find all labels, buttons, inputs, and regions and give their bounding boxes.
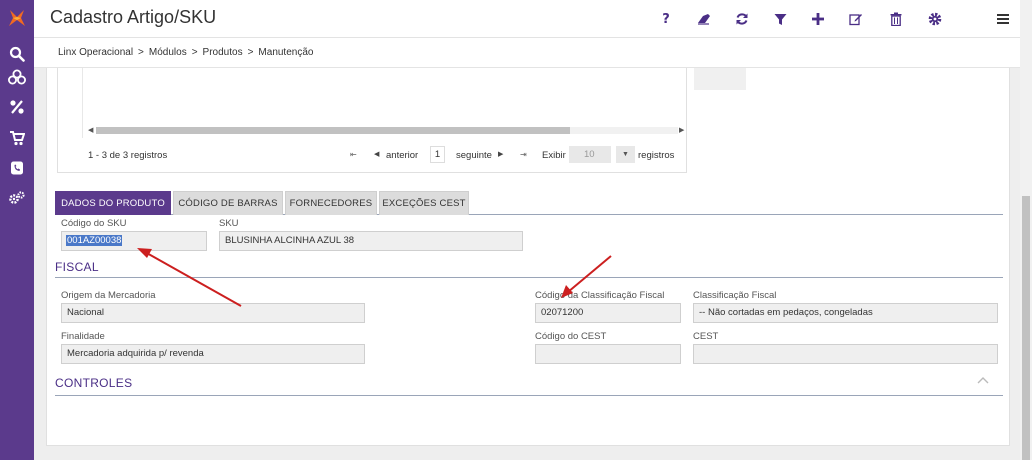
first-page-icon[interactable]: ⇤	[350, 150, 357, 159]
grid-pager: 1 - 3 de 3 registros ⇤ ◀ anterior 1 segu…	[58, 146, 688, 166]
page-title: Cadastro Artigo/SKU	[50, 7, 217, 27]
origin-label: Origem da Mercadoria	[61, 290, 156, 301]
breadcrumb-item: Manutenção	[258, 47, 314, 58]
eraser-icon[interactable]	[694, 9, 714, 29]
refresh-icon[interactable]	[732, 9, 752, 29]
grid-row-marker	[58, 68, 83, 138]
records-count: 1 - 3 de 3 registros	[88, 150, 168, 161]
show-label: Exibir	[542, 150, 566, 161]
sku-field[interactable]: BLUSINHA ALCINHA AZUL 38	[219, 231, 523, 251]
breadcrumb-separator: >	[247, 47, 254, 58]
cest-field[interactable]	[693, 344, 998, 364]
page-number-input[interactable]: 1	[430, 146, 445, 163]
chevron-down-icon[interactable]: ▼	[615, 146, 635, 163]
sku-code-label: Código do SKU	[61, 218, 127, 229]
breadcrumb-item[interactable]: Módulos	[149, 47, 187, 58]
tab-codigo-de-barras[interactable]: CÓDIGO DE BARRAS	[173, 191, 283, 215]
tab-bar: DADOS DO PRODUTO CÓDIGO DE BARRAS FORNEC…	[55, 191, 1003, 215]
main-panel: ◀ ▶ 1 - 3 de 3 registros ⇤ ◀ anterior 1 …	[46, 68, 1010, 446]
page-scrollbar[interactable]	[1020, 0, 1032, 460]
delete-icon[interactable]	[886, 9, 906, 29]
cest-label: CEST	[693, 331, 719, 342]
filter-icon[interactable]	[770, 9, 790, 29]
tab-excecoes-cest[interactable]: EXCEÇÕES CEST	[379, 191, 469, 215]
tab-fornecedores[interactable]: FORNECEDORES	[285, 191, 377, 215]
side-panel-placeholder	[694, 68, 746, 90]
fiscal-section-header[interactable]: FISCAL	[55, 258, 1003, 278]
sidebar-gears-icon[interactable]	[0, 185, 34, 211]
help-icon[interactable]: ?	[656, 9, 676, 29]
add-icon[interactable]	[808, 9, 828, 29]
controls-section-header[interactable]: CONTROLES	[55, 374, 1003, 396]
prev-page-link[interactable]: anterior	[386, 150, 418, 161]
class-label: Classificação Fiscal	[693, 290, 777, 301]
sku-code-field[interactable]: 001AZ00038	[61, 231, 207, 251]
breadcrumb-item[interactable]: Linx Operacional	[58, 47, 133, 58]
edit-icon[interactable]	[846, 9, 866, 29]
class-field[interactable]: -- Não cortadas em pedaços, congeladas	[693, 303, 998, 323]
purpose-field[interactable]: Mercadoria adquirida p/ revenda	[61, 344, 365, 364]
next-page-link[interactable]: seguinte	[456, 150, 492, 161]
linx-logo-icon[interactable]	[7, 8, 27, 28]
scroll-right-icon[interactable]: ▶	[679, 126, 684, 135]
last-page-icon[interactable]: ⇥	[520, 150, 527, 159]
grid-horizontal-scrollbar[interactable]: ◀ ▶	[88, 126, 686, 135]
header: Cadastro Artigo/SKU ?	[34, 0, 1020, 38]
tab-dados-do-produto[interactable]: DADOS DO PRODUTO	[55, 191, 171, 215]
selected-text: 001AZ00038	[66, 235, 123, 246]
breadcrumb: Linx Operacional > Módulos > Produtos > …	[34, 38, 1020, 68]
sidebar-boxes-icon[interactable]	[0, 64, 34, 90]
records-grid: ◀ ▶ 1 - 3 de 3 registros ⇤ ◀ anterior 1 …	[57, 68, 687, 173]
next-page-icon[interactable]: ▶	[498, 150, 503, 158]
section-title: CONTROLES	[55, 376, 133, 390]
cest-code-field[interactable]	[535, 344, 681, 364]
scrollbar-thumb[interactable]	[96, 127, 570, 134]
section-title: FISCAL	[55, 260, 99, 274]
scroll-left-icon[interactable]: ◀	[88, 126, 93, 135]
breadcrumb-separator: >	[138, 47, 144, 58]
menu-icon[interactable]	[993, 9, 1013, 29]
class-code-field[interactable]: 02071200	[535, 303, 681, 323]
breadcrumb-item[interactable]: Produtos	[203, 47, 243, 58]
sidebar-phone-icon[interactable]	[0, 155, 34, 181]
page-size-select[interactable]: 10	[569, 146, 611, 163]
per-page-label: registros	[638, 150, 675, 161]
prev-page-icon[interactable]: ◀	[374, 150, 379, 158]
page-scrollbar-thumb[interactable]	[1022, 196, 1030, 460]
sidebar-cart-icon[interactable]	[0, 125, 34, 151]
chevron-up-icon[interactable]	[977, 376, 989, 384]
class-code-label: Código da Classificação Fiscal	[535, 290, 665, 301]
cest-code-label: Código do CEST	[535, 331, 607, 342]
sidebar-percent-icon[interactable]	[0, 94, 34, 120]
sidebar	[0, 0, 34, 460]
origin-field[interactable]: Nacional	[61, 303, 365, 323]
breadcrumb-separator: >	[191, 47, 198, 58]
purpose-label: Finalidade	[61, 331, 105, 342]
sku-label: SKU	[219, 218, 239, 229]
gear-icon[interactable]	[925, 9, 945, 29]
